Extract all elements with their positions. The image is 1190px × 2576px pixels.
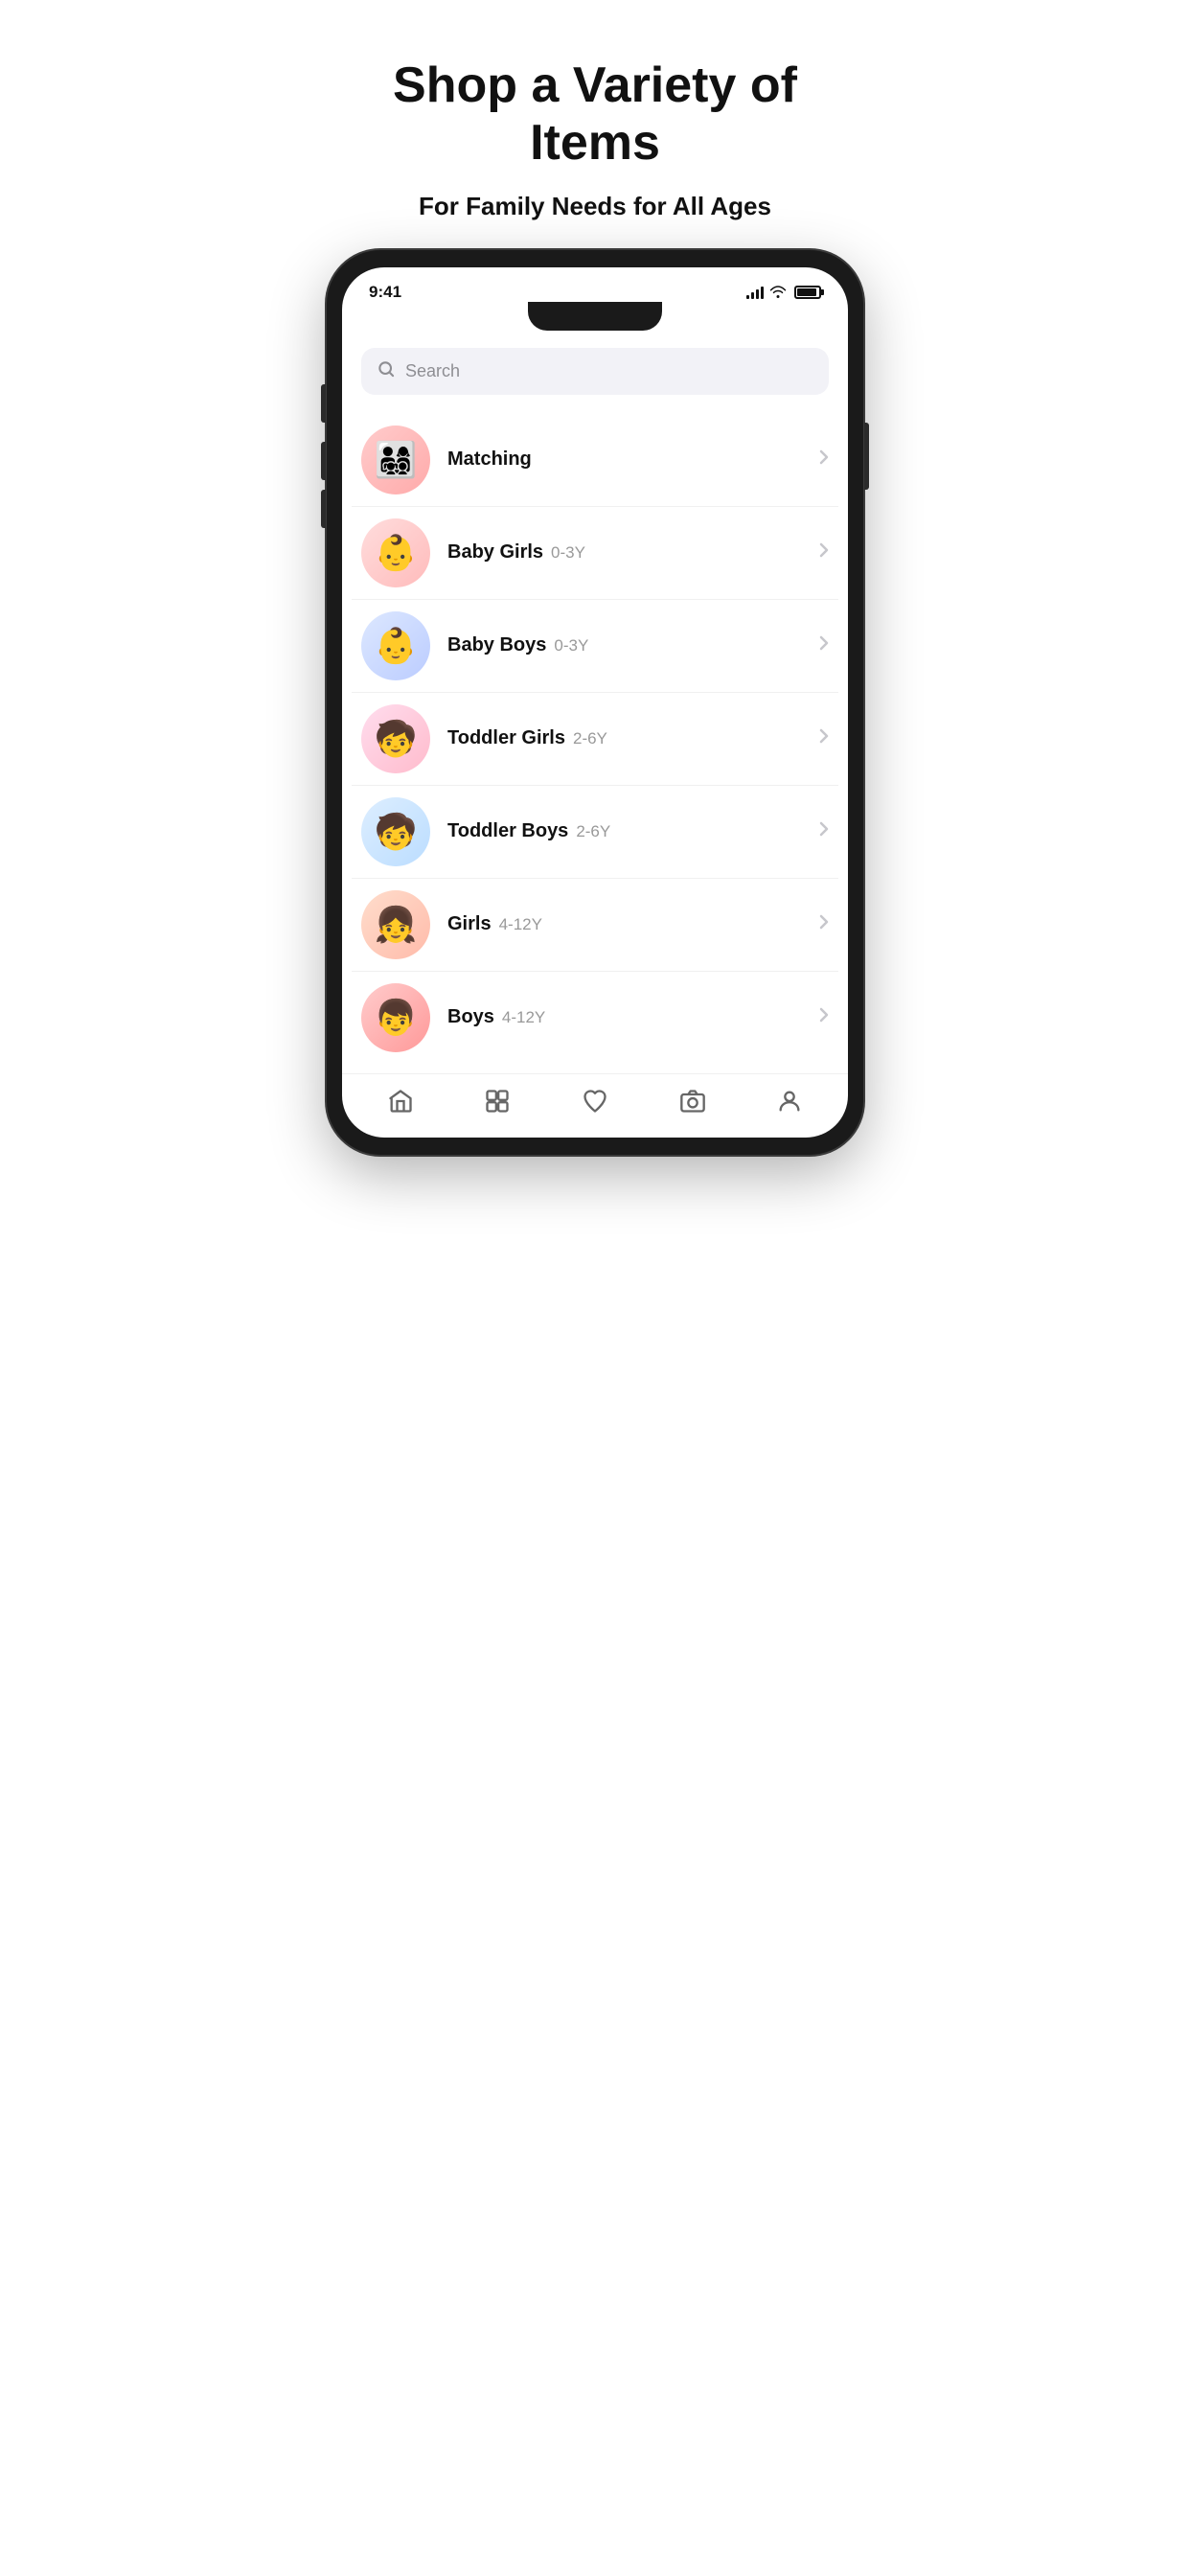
category-info-toddler-boys: Toddler Boys 2-6Y <box>447 820 819 842</box>
category-info-baby-boys: Baby Boys 0-3Y <box>447 634 819 656</box>
camera-icon <box>679 1088 706 1115</box>
category-name-matching: Matching <box>447 448 532 470</box>
category-info-girls: Girls 4-12Y <box>447 913 819 935</box>
nav-item-profile[interactable] <box>776 1088 803 1115</box>
chevron-right-icon <box>819 820 829 842</box>
category-avatar-girls: 👧 <box>361 890 430 959</box>
search-container: Search <box>342 338 848 414</box>
wifi-icon <box>769 286 787 299</box>
category-age-baby-boys: 0-3Y <box>554 636 588 655</box>
category-age-girls: 4-12Y <box>499 915 542 933</box>
category-info-toddler-girls: Toddler Girls 2-6Y <box>447 727 819 749</box>
category-age-toddler-girls: 2-6Y <box>573 729 607 748</box>
category-name-baby-boys: Baby Boys <box>447 634 546 656</box>
search-bar[interactable]: Search <box>361 348 829 395</box>
bottom-nav <box>342 1073 848 1138</box>
nav-item-home[interactable] <box>387 1088 414 1115</box>
category-name-girls: Girls <box>447 913 492 934</box>
category-item-toddler-girls[interactable]: 🧒 Toddler Girls 2-6Y <box>352 693 838 786</box>
phone-notch <box>528 302 662 331</box>
status-icons <box>746 286 821 299</box>
nav-item-categories[interactable] <box>484 1088 511 1115</box>
category-avatar-boys: 👦 <box>361 983 430 1052</box>
category-item-baby-girls[interactable]: 👶 Baby Girls 0-3Y <box>352 507 838 600</box>
category-list: 👨‍👩‍👧‍👦 Matching 👶 Baby Girls 0-3Y 👶 Baby Boys… <box>342 414 848 1064</box>
category-info-boys: Boys 4-12Y <box>447 1006 819 1028</box>
grid-icon <box>484 1088 511 1115</box>
search-placeholder: Search <box>405 361 460 381</box>
chevron-right-icon <box>819 913 829 935</box>
status-time: 9:41 <box>369 283 401 302</box>
battery-icon <box>794 286 821 299</box>
page-header: Shop a Variety of Items For Family Needs… <box>298 0 893 250</box>
category-item-girls[interactable]: 👧 Girls 4-12Y <box>352 879 838 972</box>
chevron-right-icon <box>819 634 829 656</box>
category-avatar-baby-girls: 👶 <box>361 518 430 587</box>
page-title: Shop a Variety of Items <box>355 58 835 172</box>
nav-item-scan[interactable] <box>679 1088 706 1115</box>
category-avatar-toddler-boys: 🧒 <box>361 797 430 866</box>
nav-item-favorites[interactable] <box>582 1088 608 1115</box>
person-icon <box>776 1088 803 1115</box>
category-item-toddler-boys[interactable]: 🧒 Toddler Boys 2-6Y <box>352 786 838 879</box>
category-item-matching[interactable]: 👨‍👩‍👧‍👦 Matching <box>352 414 838 507</box>
category-age-boys: 4-12Y <box>502 1008 545 1026</box>
phone-screen: 9:41 <box>342 267 848 1138</box>
chevron-right-icon <box>819 448 829 471</box>
category-age-toddler-boys: 2-6Y <box>576 822 610 840</box>
category-avatar-toddler-girls: 🧒 <box>361 704 430 773</box>
home-icon <box>387 1088 414 1115</box>
category-name-toddler-boys: Toddler Boys <box>447 820 568 841</box>
phone-frame: 9:41 <box>327 250 863 1155</box>
category-item-boys[interactable]: 👦 Boys 4-12Y <box>352 972 838 1064</box>
category-avatar-matching: 👨‍👩‍👧‍👦 <box>361 426 430 494</box>
chevron-right-icon <box>819 727 829 749</box>
chevron-right-icon <box>819 541 829 564</box>
page-subtitle: For Family Needs for All Ages <box>355 192 835 221</box>
category-item-baby-boys[interactable]: 👶 Baby Boys 0-3Y <box>352 600 838 693</box>
search-icon <box>377 359 396 383</box>
category-info-matching: Matching <box>447 448 819 471</box>
chevron-right-icon <box>819 1006 829 1028</box>
category-name-toddler-girls: Toddler Girls <box>447 727 565 748</box>
category-name-baby-girls: Baby Girls <box>447 541 543 563</box>
category-avatar-baby-boys: 👶 <box>361 611 430 680</box>
heart-icon <box>582 1088 608 1115</box>
signal-icon <box>746 286 764 299</box>
category-name-boys: Boys <box>447 1006 494 1027</box>
category-info-baby-girls: Baby Girls 0-3Y <box>447 541 819 564</box>
category-age-baby-girls: 0-3Y <box>551 543 585 562</box>
